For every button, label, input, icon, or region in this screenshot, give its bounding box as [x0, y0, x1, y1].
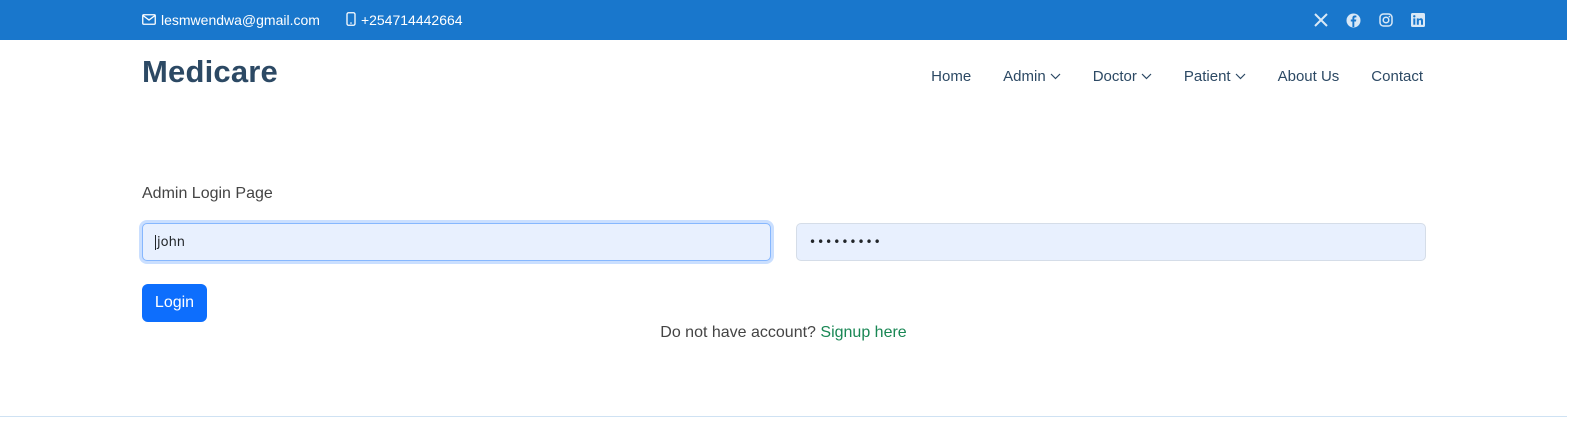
email-text: lesmwendwa@gmail.com — [161, 12, 320, 28]
top-bar: lesmwendwa@gmail.com +254714442664 — [0, 0, 1567, 40]
linkedin-icon[interactable] — [1411, 13, 1425, 27]
login-button[interactable]: Login — [142, 284, 207, 322]
nav-patient[interactable]: Patient — [1184, 68, 1246, 85]
x-twitter-icon[interactable] — [1314, 13, 1328, 27]
nav-about-label: About Us — [1277, 67, 1340, 85]
main-nav: Home Admin Doctor Patient About Us Conta… — [899, 40, 1423, 112]
nav-contact[interactable]: Contact — [1371, 68, 1423, 85]
chevron-down-icon — [1050, 73, 1061, 79]
nav-admin-label: Admin — [1003, 67, 1046, 85]
username-value: john — [157, 234, 186, 250]
page-scrollbar[interactable] — [1567, 0, 1584, 424]
divider — [0, 416, 1567, 417]
nav-contact-label: Contact — [1371, 67, 1423, 85]
nav-patient-label: Patient — [1183, 67, 1231, 85]
page-title: Admin Login Page — [142, 185, 273, 202]
nav-doctor[interactable]: Doctor — [1093, 68, 1152, 85]
social-links — [1296, 0, 1425, 40]
email-contact[interactable]: lesmwendwa@gmail.com — [142, 12, 320, 28]
username-input[interactable]: john — [142, 223, 771, 261]
nav-doctor-label: Doctor — [1092, 67, 1137, 85]
nav-about[interactable]: About Us — [1278, 68, 1340, 85]
nav-admin[interactable]: Admin — [1003, 68, 1061, 85]
signup-link[interactable]: Signup here — [820, 324, 906, 341]
signup-prompt-line: Do not have account? Signup here — [0, 324, 1567, 342]
contact-info: lesmwendwa@gmail.com +254714442664 — [142, 0, 489, 40]
envelope-icon — [142, 12, 161, 28]
nav-home-label: Home — [931, 67, 972, 85]
text-caret — [155, 234, 156, 250]
site-header: Medicare Home Admin Doctor Patient About… — [0, 40, 1567, 112]
phone-icon — [346, 11, 361, 29]
instagram-icon[interactable] — [1379, 13, 1393, 27]
signup-prompt-text: Do not have account? — [660, 324, 816, 341]
password-input[interactable]: ••••••••• — [796, 223, 1426, 261]
site-logo[interactable]: Medicare — [142, 54, 278, 90]
facebook-icon[interactable] — [1346, 13, 1361, 28]
chevron-down-icon — [1141, 73, 1152, 79]
chevron-down-icon — [1235, 73, 1246, 79]
phone-contact[interactable]: +254714442664 — [346, 11, 463, 29]
phone-text: +254714442664 — [360, 12, 463, 28]
password-value: ••••••••• — [809, 235, 882, 249]
nav-home[interactable]: Home — [931, 68, 971, 85]
